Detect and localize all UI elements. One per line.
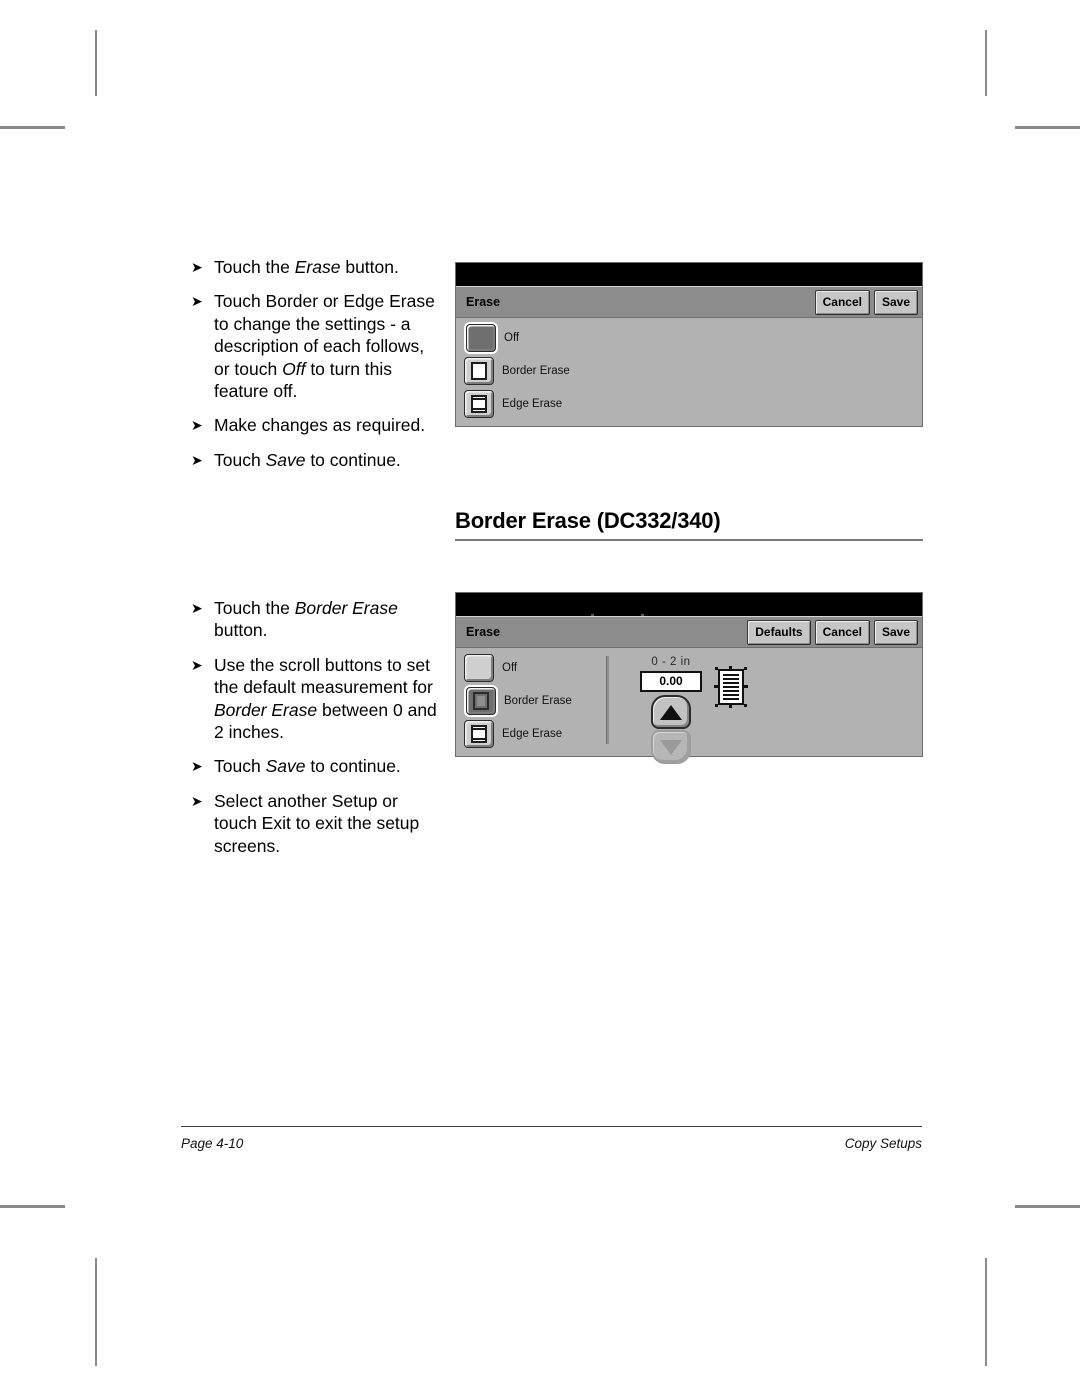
dialog-title: Erase (466, 625, 501, 639)
defaults-button[interactable]: Defaults (747, 619, 811, 645)
scroll-up-button[interactable] (651, 695, 691, 729)
option-row-off[interactable]: Off (464, 324, 594, 352)
edge-erase-page-icon[interactable] (464, 390, 494, 418)
triangle-down-icon (660, 739, 682, 755)
erase-option-list: Off Border Erase Edge Erase (464, 324, 594, 423)
cancel-button[interactable]: Cancel (814, 619, 870, 645)
stepper-value: 0.00 (640, 671, 702, 692)
bullet-marker-icon: ➤ (191, 259, 203, 275)
stepper-range-label: 0 - 2 in (651, 656, 691, 668)
bullet-marker-icon: ➤ (191, 758, 203, 775)
option-label-edge-erase: Edge Erase (502, 398, 563, 410)
option-row-edge-erase[interactable]: Edge Erase (464, 390, 594, 418)
option-row-border-erase[interactable]: Border Erase (464, 687, 594, 715)
option-label-off: Off (502, 662, 518, 674)
bullet-marker-icon: ➤ (191, 417, 203, 434)
instruction-item: ➤ Make changes as required. (188, 414, 440, 436)
cancel-button[interactable]: Cancel (814, 289, 870, 315)
blank-square-icon[interactable] (464, 654, 494, 682)
bullet-marker-icon: ➤ (191, 451, 203, 468)
panel-divider (606, 656, 609, 744)
instruction-item: ➤ Touch Save to continue. (188, 449, 440, 471)
instruction-item: ➤ Touch the Erase button. (188, 256, 440, 278)
dialog-title-bar: Erase Defaults Cancel Save (456, 616, 922, 648)
dialog-title-buttons: Cancel Save (814, 289, 918, 315)
bullet-marker-icon: ➤ (191, 656, 203, 673)
footer-page-number: Page 4-10 (181, 1136, 244, 1151)
option-label-off: Off (504, 332, 520, 344)
section-heading-block: Border Erase (DC332/340) (455, 508, 923, 541)
solid-square-icon[interactable] (466, 324, 496, 352)
option-row-border-erase[interactable]: Border Erase (464, 357, 594, 385)
erase-option-list: Off Border Erase Edge Erase (464, 654, 594, 753)
option-row-off[interactable]: Off (464, 654, 594, 682)
option-label-edge-erase: Edge Erase (502, 728, 563, 740)
erase-dialog-screenshot: Erase Cancel Save Off Border Erase Edge … (455, 262, 923, 427)
page-footer: Page 4-10 Copy Setups (181, 1136, 922, 1151)
dialog-title: Erase (466, 295, 501, 309)
footer-section-name: Copy Setups (844, 1136, 922, 1151)
dialog-body: Off Border Erase Edge Erase 0 - 2 in 0.0… (456, 648, 922, 764)
triangle-up-icon (660, 704, 682, 720)
dialog-title-bar: Erase Cancel Save (456, 286, 922, 318)
border-erase-preview-icon (714, 666, 748, 708)
page-title: Border Erase (DC332/340) (455, 508, 721, 533)
footer-divider (181, 1126, 922, 1127)
save-button[interactable]: Save (873, 289, 918, 315)
instruction-list-bottom: ➤ Touch the Border Erase button. ➤ Use the … (188, 597, 440, 857)
dialog-top-black-bar (456, 263, 922, 286)
instruction-text: Touch Border or Edge Erase to change the… (214, 291, 435, 401)
dialog-title-buttons: Defaults Cancel Save (747, 619, 918, 645)
instruction-text: Touch Save to continue. (214, 449, 401, 470)
option-label-border-erase: Border Erase (504, 695, 572, 707)
bullet-marker-icon: ➤ (191, 293, 203, 310)
instruction-text: Touch Save to continue. (214, 756, 401, 777)
option-label-border-erase: Border Erase (502, 365, 570, 377)
instruction-text: Touch the Border Erase button. (214, 598, 398, 641)
black-bar-tick (641, 614, 644, 616)
edge-erase-page-icon[interactable] (464, 720, 494, 748)
dialog-top-black-bar (456, 593, 922, 616)
bullet-marker-icon: ➤ (191, 792, 203, 809)
instruction-text: Select another Setup or touch Exit to ex… (214, 790, 420, 856)
bullet-marker-icon: ➤ (191, 600, 203, 616)
instruction-item: ➤ Select another Setup or touch Exit to e… (188, 790, 440, 857)
black-bar-tick (591, 614, 594, 616)
instruction-text: Use the scroll buttons to set the defaul… (214, 654, 437, 742)
instruction-item: ➤ Use the scroll buttons to set the defau… (188, 654, 440, 744)
border-erase-page-icon[interactable] (466, 687, 496, 715)
instruction-item: ➤ Touch Border or Edge Erase to change th… (188, 290, 440, 402)
border-erase-stepper: 0 - 2 in 0.00 (634, 656, 708, 764)
instruction-item: ➤ Touch Save to continue. (188, 755, 440, 777)
instruction-text: Make changes as required. (214, 415, 426, 436)
border-erase-dialog-screenshot: Erase Defaults Cancel Save Off Border Er… (455, 592, 923, 764)
scroll-down-button[interactable] (651, 730, 691, 764)
save-button[interactable]: Save (873, 619, 918, 645)
instruction-item: ➤ Touch the Border Erase button. (188, 597, 440, 642)
dialog-body: Off Border Erase Edge Erase (456, 318, 922, 434)
heading-divider (455, 539, 923, 541)
document-page: ➤ Touch the Erase button. ➤ Touch Border or… (0, 0, 1080, 1397)
option-row-edge-erase[interactable]: Edge Erase (464, 720, 594, 748)
instruction-list-top: ➤ Touch the Erase button. ➤ Touch Border or… (188, 256, 440, 471)
instruction-text: Touch the Erase button. (214, 257, 399, 277)
border-erase-page-icon[interactable] (464, 357, 494, 385)
